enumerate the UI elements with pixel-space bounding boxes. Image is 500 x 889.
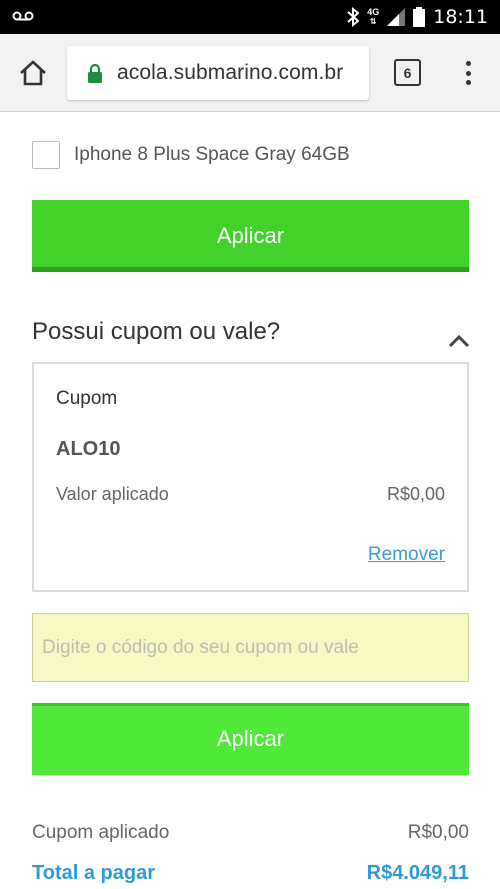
applied-value: R$0,00 xyxy=(386,484,445,504)
total-label: Total a pagar xyxy=(32,862,155,884)
browser-toolbar: acola.submarino.com.br 6 xyxy=(0,34,500,112)
tab-switcher-button[interactable]: 6 xyxy=(394,59,421,86)
home-icon xyxy=(20,60,46,86)
applied-value-label: Valor aplicado xyxy=(56,484,169,504)
coupon-card-label: Cupom xyxy=(56,388,118,409)
signal-icon xyxy=(387,8,406,26)
apply-coupon-button[interactable]: Aplicar xyxy=(32,703,469,775)
total-row: Total a pagar R$4.049,11 xyxy=(32,862,469,885)
apply-product-button[interactable]: Aplicar xyxy=(32,200,469,272)
address-bar[interactable]: acola.submarino.com.br xyxy=(67,46,369,100)
coupon-applied-value: R$0,00 xyxy=(407,822,469,843)
remove-coupon-link[interactable]: Remover xyxy=(368,544,445,566)
coupon-applied-row: Cupom aplicado R$0,00 xyxy=(32,822,469,844)
bluetooth-icon xyxy=(347,7,360,27)
product-label: Iphone 8 Plus Space Gray 64GB xyxy=(74,144,350,165)
network-indicator: 4G ⇅ xyxy=(367,7,380,27)
status-bar: 4G ⇅ 18:11 xyxy=(0,0,500,34)
home-button[interactable] xyxy=(14,54,52,92)
chevron-up-icon[interactable] xyxy=(447,333,471,349)
coupon-code-input[interactable] xyxy=(32,613,469,682)
coupon-applied-label: Cupom aplicado xyxy=(32,822,170,843)
voicemail-icon xyxy=(12,11,34,21)
coupon-section-title: Possui cupom ou vale? xyxy=(32,318,281,345)
product-checkbox[interactable] xyxy=(32,141,60,169)
lock-icon xyxy=(88,63,102,83)
product-option[interactable]: Iphone 8 Plus Space Gray 64GB xyxy=(32,140,350,170)
battery-icon xyxy=(413,7,426,27)
more-vert-icon[interactable] xyxy=(458,58,478,88)
network-type: 4G xyxy=(367,7,380,17)
total-value: R$4.049,11 xyxy=(366,862,469,884)
clock: 18:11 xyxy=(433,6,488,28)
applied-coupon-card: Cupom ALO10 Valor aplicado R$0,00 Remove… xyxy=(32,362,469,592)
coupon-code: ALO10 xyxy=(56,438,121,460)
address-text: acola.submarino.com.br xyxy=(117,61,344,84)
